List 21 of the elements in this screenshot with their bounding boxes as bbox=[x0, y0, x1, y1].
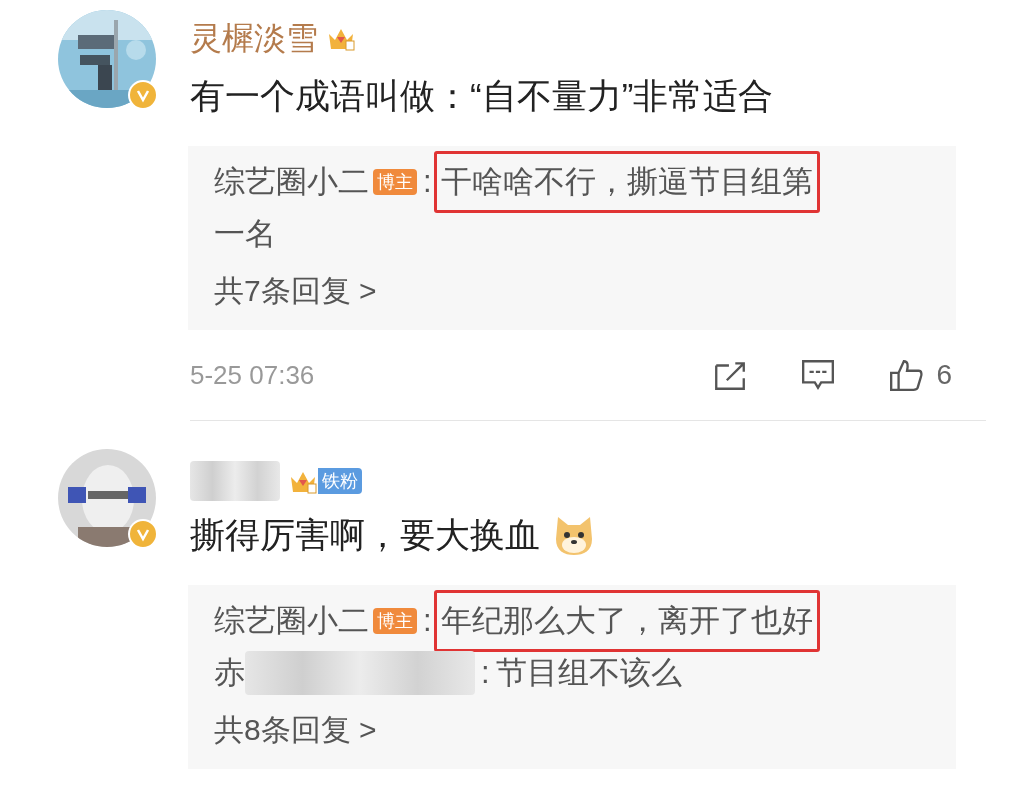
reply-text: 节目组不该么 bbox=[495, 653, 682, 692]
reply-text: 一名 bbox=[214, 214, 276, 253]
like-count: 6 bbox=[936, 358, 952, 392]
colon-text: : bbox=[481, 653, 490, 692]
username[interactable]: 灵樨淡雪 bbox=[190, 14, 318, 62]
timestamp: 5-25 07:36 bbox=[190, 358, 316, 392]
comment-text: 有一个成语叫做：“自不量力”非常适合 bbox=[190, 74, 774, 117]
blogger-badge: 博主 bbox=[373, 608, 417, 634]
comment-text: 撕得厉害啊，要大换血 bbox=[190, 513, 540, 556]
reply-author[interactable]: 综艺圈小二 bbox=[214, 158, 369, 206]
colon-text: : bbox=[423, 162, 432, 201]
thumbs-up-icon[interactable] bbox=[888, 357, 925, 393]
fan-badge: 铁粉 bbox=[318, 468, 362, 494]
more-replies-link[interactable]: 共7条回复 > bbox=[214, 267, 377, 313]
more-replies-link[interactable]: 共8条回复 > bbox=[214, 706, 377, 752]
reply-text: 年纪那么大了，离开了也好 bbox=[433, 590, 820, 652]
reply-text: 干啥啥不行，撕逼节目组第 bbox=[433, 151, 820, 213]
colon-text: : bbox=[423, 601, 432, 640]
blogger-badge: 博主 bbox=[373, 169, 417, 195]
reply-author[interactable]: 综艺圈小二 bbox=[214, 597, 369, 645]
reply-author[interactable]: 赤 bbox=[214, 649, 245, 697]
